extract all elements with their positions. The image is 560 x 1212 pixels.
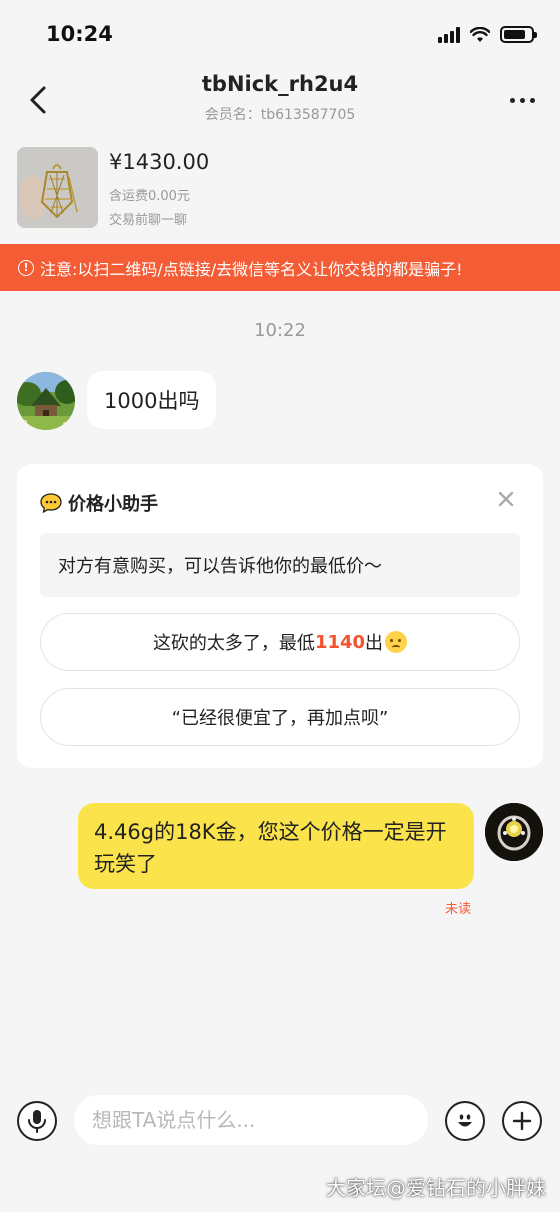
- warning-icon: !: [18, 259, 34, 276]
- more-actions-button[interactable]: [502, 1101, 542, 1141]
- emoji-button[interactable]: [445, 1101, 485, 1141]
- quick-reply-price: 1140: [314, 631, 366, 653]
- battery-level: [504, 30, 525, 39]
- contact-name: tbNick_rh2u4: [201, 72, 359, 96]
- quick-reply-suffix: 出: [365, 633, 384, 654]
- product-shipping: 含运费0.00元: [109, 189, 190, 204]
- scam-warning-banner: ! 注意:以扫二维码/点链接/去微信等名义让你交钱的都是骗子!: [0, 244, 560, 291]
- outgoing-message[interactable]: 4.46g的18K金，您这个价格一定是开玩笑了: [78, 803, 474, 889]
- voice-button[interactable]: [17, 1101, 57, 1141]
- quick-reply-lowest-price[interactable]: 这砍的太多了，最低 1140 出: [40, 613, 520, 671]
- house-avatar-image: [17, 372, 75, 430]
- more-dots-icon: [509, 97, 515, 103]
- more-dot: [519, 97, 525, 103]
- incoming-message[interactable]: 1000出吗: [87, 371, 217, 429]
- battery-icon: [500, 26, 537, 43]
- product-image[interactable]: [17, 147, 98, 228]
- read-status: 未读: [445, 902, 472, 917]
- price-assistant-header: 价格小助手: [40, 490, 158, 516]
- contact-avatar[interactable]: [17, 372, 75, 430]
- product-card[interactable]: ¥1430.00 含运费0.00元 交易前聊一聊: [0, 136, 560, 244]
- status-bar: 10:24: [0, 0, 560, 66]
- smiley-icon: [458, 1114, 472, 1127]
- close-icon: [498, 491, 514, 507]
- speech-bubble-icon: [40, 493, 62, 513]
- signal-icon: [438, 26, 460, 43]
- ring-avatar-image: [485, 803, 543, 861]
- warning-text: 注意:以扫二维码/点链接/去微信等名义让你交钱的都是骗子!: [40, 259, 463, 279]
- earring-image: [17, 147, 98, 228]
- my-avatar[interactable]: [485, 803, 543, 861]
- product-price: ¥1430.00: [109, 150, 210, 174]
- message-timestamp: 10:22: [254, 320, 306, 341]
- member-name: 会员名：tb613587705: [204, 107, 356, 123]
- watermark: 大家坛@爱钻石的小胖妹: [326, 1176, 546, 1200]
- close-button[interactable]: [493, 486, 519, 512]
- wifi-icon: [470, 26, 490, 42]
- input-bar: [0, 1086, 560, 1156]
- more-button[interactable]: [504, 88, 540, 112]
- status-time: 10:24: [46, 22, 113, 46]
- worried-face-icon: [385, 631, 408, 653]
- product-chat-note: 交易前聊一聊: [109, 213, 188, 228]
- price-assistant-title: 价格小助手: [68, 494, 158, 515]
- microphone-icon: [28, 1110, 46, 1133]
- price-assistant-card: 价格小助手 对方有意购买，可以告诉他你的最低价～ 这砍的太多了，最低 1140 出 …: [17, 464, 543, 768]
- message-input[interactable]: [74, 1095, 428, 1145]
- status-icons: [438, 26, 537, 43]
- assistant-tip: 对方有意购买，可以告诉他你的最低价～: [40, 533, 520, 597]
- chat-header: tbNick_rh2u4 会员名：tb613587705: [0, 66, 560, 136]
- quick-reply-add-more[interactable]: “已经很便宜了，再加点呗”: [40, 688, 520, 746]
- quick-reply-text: 这砍的太多了，最低: [152, 633, 315, 654]
- more-dot: [529, 97, 535, 103]
- plus-icon: [512, 1111, 532, 1131]
